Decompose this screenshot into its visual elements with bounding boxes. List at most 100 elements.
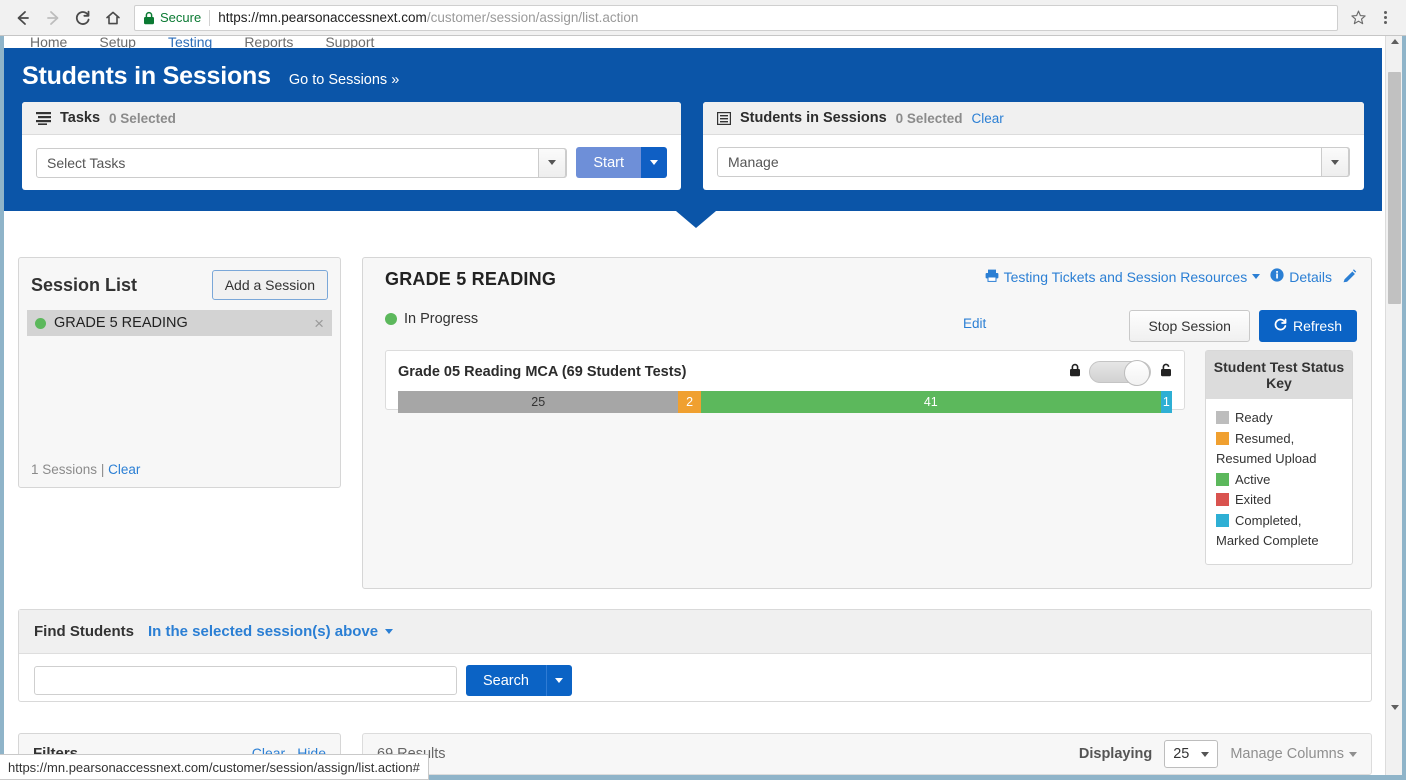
results-bar: 69 Results Displaying 25 Manage Columns bbox=[362, 733, 1372, 775]
url-text: https://mn.pearsonaccessnext.com/custome… bbox=[218, 10, 638, 25]
chevron-down-icon[interactable] bbox=[1201, 751, 1210, 757]
manage-value-box[interactable]: Manage bbox=[717, 147, 1350, 177]
find-students-body: Search bbox=[19, 654, 1371, 707]
chevron-down-icon[interactable] bbox=[1252, 274, 1261, 279]
session-actions: Stop Session Refresh bbox=[1129, 310, 1357, 342]
testing-tickets-label: Testing Tickets and Session Resources bbox=[1003, 268, 1248, 285]
stop-session-button[interactable]: Stop Session bbox=[1129, 310, 1250, 342]
status-key-label: Completed, Marked Complete bbox=[1216, 512, 1319, 549]
start-split-button[interactable]: Start bbox=[576, 147, 668, 178]
students-list-icon bbox=[717, 111, 732, 125]
close-icon[interactable]: × bbox=[314, 315, 324, 332]
status-key-label: Ready bbox=[1235, 410, 1273, 425]
chevron-down-icon[interactable] bbox=[385, 629, 394, 634]
reload-icon[interactable] bbox=[68, 3, 98, 33]
star-icon[interactable] bbox=[1344, 5, 1372, 31]
test-status-progress-bar: 25 2 41 1 bbox=[398, 391, 1172, 413]
search-dropdown-toggle[interactable] bbox=[545, 665, 572, 696]
tasks-panel-title: Tasks bbox=[60, 110, 101, 126]
chevron-down-icon[interactable] bbox=[538, 147, 567, 178]
student-test-status-key: Student Test Status Key Ready Resumed, Re… bbox=[1205, 350, 1353, 565]
manage-value: Manage bbox=[728, 154, 779, 170]
status-bar-url-tooltip: https://mn.pearsonaccessnext.com/custome… bbox=[0, 754, 429, 780]
footer-separator: | bbox=[100, 462, 105, 477]
start-dropdown-toggle[interactable] bbox=[641, 147, 668, 178]
status-key-label: Active bbox=[1235, 471, 1271, 487]
session-list-item-label: GRADE 5 READING bbox=[54, 315, 188, 331]
status-key-swatch bbox=[1216, 431, 1229, 445]
select-tasks-value-box[interactable]: Select Tasks bbox=[36, 147, 568, 178]
find-students-header: Find Students In the selected session(s)… bbox=[19, 610, 1371, 654]
start-button[interactable]: Start bbox=[576, 147, 642, 178]
progress-segment-ready: 25 bbox=[398, 391, 679, 413]
session-status-label: In Progress bbox=[404, 311, 479, 327]
session-list-clear-link[interactable]: Clear bbox=[108, 462, 140, 477]
lock-toggle-switch[interactable] bbox=[1089, 360, 1151, 386]
test-card-header: Grade 05 Reading MCA (69 Student Tests) bbox=[398, 360, 1172, 386]
select-tasks-dropdown[interactable]: Select Tasks bbox=[36, 147, 568, 178]
session-status-dot bbox=[35, 317, 46, 329]
edit-link[interactable]: Edit bbox=[963, 316, 986, 331]
add-a-session-button[interactable]: Add a Session bbox=[211, 270, 328, 300]
refresh-button[interactable]: Refresh bbox=[1258, 310, 1357, 342]
search-input[interactable] bbox=[34, 666, 457, 695]
students-panel-header: Students in Sessions 0 Selected Clear bbox=[703, 102, 1364, 135]
details-link[interactable]: Details bbox=[1270, 268, 1332, 285]
tasks-panel: Tasks 0 Selected Select Tasks Start bbox=[22, 102, 682, 190]
home-icon[interactable] bbox=[98, 3, 128, 33]
session-detail-panel: GRADE 5 READING Testing Tickets and Sess… bbox=[362, 257, 1372, 589]
session-detail-title: GRADE 5 READING bbox=[385, 269, 557, 289]
manage-dropdown[interactable]: Manage bbox=[717, 147, 1350, 177]
back-arrow-icon[interactable] bbox=[8, 3, 38, 33]
progress-segment-completed-marked-complete: 1 bbox=[1160, 391, 1172, 413]
banner-pointer-arrow bbox=[676, 211, 716, 228]
scroll-down-arrow-icon[interactable] bbox=[1386, 705, 1403, 710]
displaying-label: Displaying bbox=[1078, 746, 1153, 762]
status-key-entry: Completed, Marked Complete bbox=[1216, 511, 1342, 552]
tasks-panel-header: Tasks 0 Selected bbox=[22, 102, 682, 135]
page-right-edge bbox=[1402, 36, 1406, 780]
status-key-entry: Active bbox=[1216, 470, 1342, 491]
omnibox-divider bbox=[209, 9, 211, 26]
find-students-label: Find Students bbox=[34, 623, 134, 640]
session-detail-header: GRADE 5 READING Testing Tickets and Sess… bbox=[363, 258, 1371, 342]
session-list-title: Session List bbox=[31, 274, 138, 295]
status-key-swatch bbox=[1216, 411, 1229, 424]
page-size-select[interactable]: 25 bbox=[1164, 740, 1219, 768]
search-button[interactable]: Search bbox=[466, 665, 546, 696]
search-split-button[interactable]: Search bbox=[466, 665, 572, 696]
find-students-scope-dropdown[interactable]: In the selected session(s) above bbox=[148, 623, 394, 640]
url-path: /customer/session/assign/list.action bbox=[426, 10, 639, 25]
page-title: Students in Sessions bbox=[22, 62, 271, 90]
session-list-item[interactable]: GRADE 5 READING × bbox=[27, 310, 332, 336]
select-tasks-value: Select Tasks bbox=[47, 154, 126, 171]
students-panel-title: Students in Sessions bbox=[740, 110, 887, 126]
manage-columns-button[interactable]: Manage Columns bbox=[1230, 746, 1357, 762]
browser-toolbar: Secure https://mn.pearsonaccessnext.com/… bbox=[0, 0, 1406, 36]
progress-segment-resumed-resumed-upload: 2 bbox=[678, 391, 701, 413]
padlock-icon bbox=[143, 11, 155, 25]
three-dot-menu-icon[interactable] bbox=[1372, 5, 1398, 31]
session-count: 1 Sessions bbox=[31, 462, 98, 477]
scroll-up-arrow-icon[interactable] bbox=[1386, 39, 1403, 44]
go-to-sessions-link[interactable]: Go to Sessions » bbox=[289, 72, 399, 88]
page-viewport: Home Setup Testing Reports Support Stude… bbox=[0, 36, 1406, 780]
page-scrollbar[interactable] bbox=[1385, 36, 1402, 780]
banner-panels: Tasks 0 Selected Select Tasks Start Stud… bbox=[4, 102, 1382, 190]
page-banner: Students in Sessions Go to Sessions » Ta… bbox=[4, 48, 1382, 211]
refresh-icon bbox=[1274, 318, 1287, 334]
manage-columns-label: Manage Columns bbox=[1230, 746, 1344, 762]
chevron-down-icon[interactable] bbox=[1321, 147, 1349, 177]
toggle-knob bbox=[1124, 360, 1150, 386]
find-students-panel: Find Students In the selected session(s)… bbox=[18, 609, 1372, 702]
pencil-icon[interactable] bbox=[1342, 269, 1357, 284]
students-clear-link[interactable]: Clear bbox=[971, 111, 1003, 126]
info-circle-icon bbox=[1270, 268, 1284, 285]
testing-tickets-link[interactable]: Testing Tickets and Session Resources bbox=[985, 269, 1261, 285]
address-bar[interactable]: Secure https://mn.pearsonaccessnext.com/… bbox=[134, 4, 1338, 31]
scrollbar-thumb[interactable] bbox=[1388, 72, 1401, 304]
tasks-list-icon bbox=[36, 111, 51, 125]
session-list-header: Session List Add a Session bbox=[19, 258, 340, 308]
session-list-footer: 1 Sessions | Clear bbox=[31, 462, 140, 477]
test-card-title: Grade 05 Reading MCA (69 Student Tests) bbox=[398, 364, 687, 380]
